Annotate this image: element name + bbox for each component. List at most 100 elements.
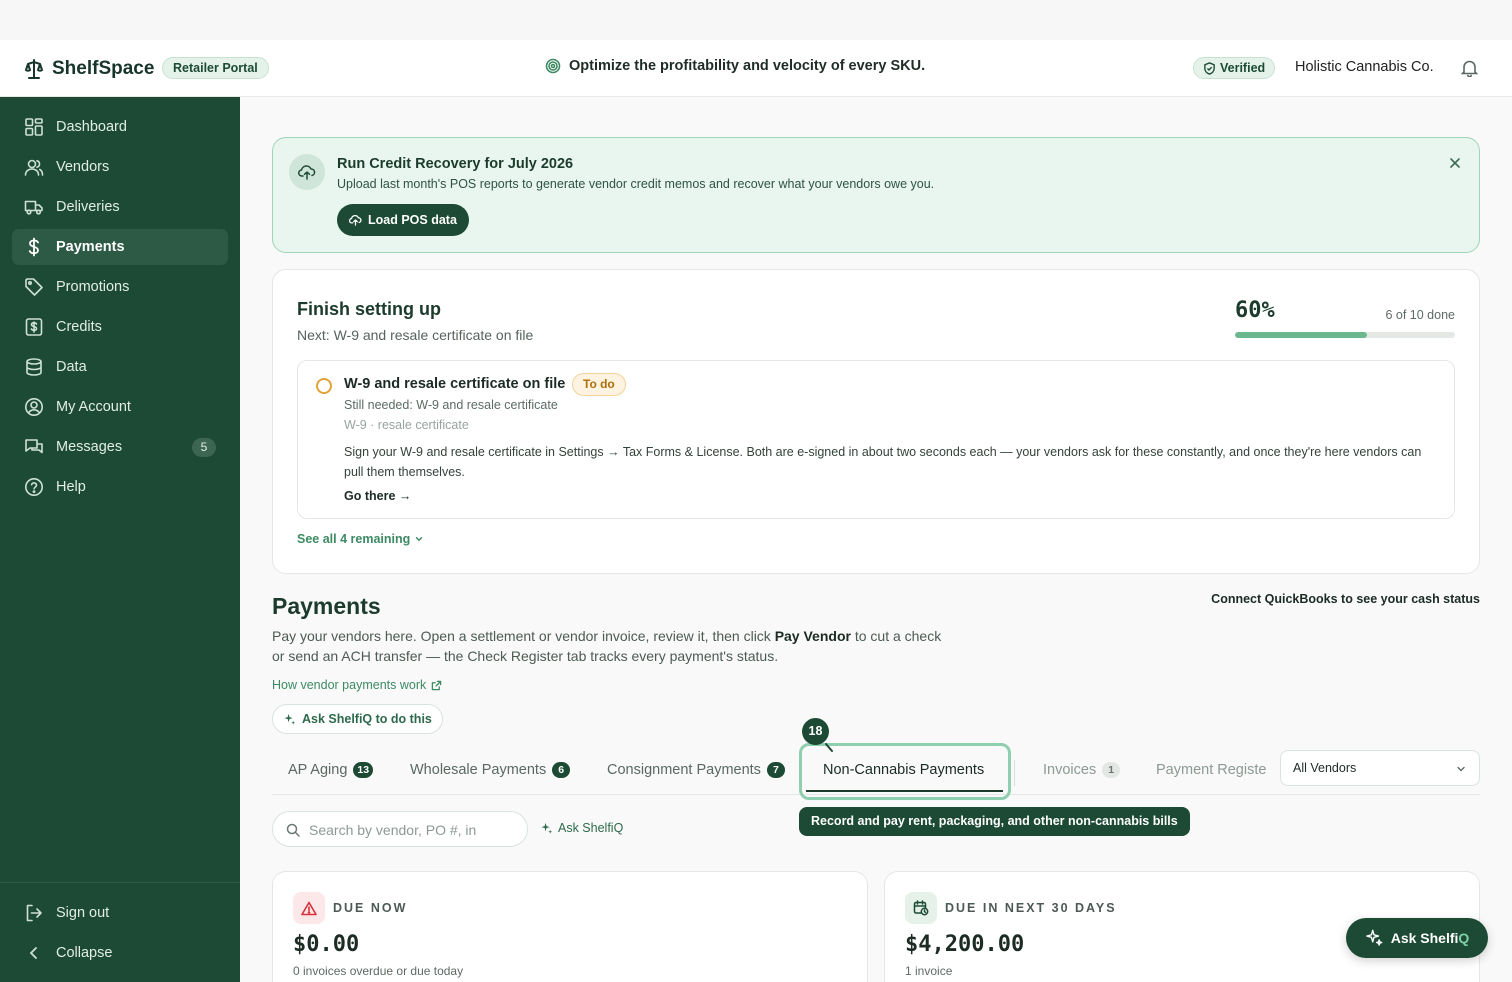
page-title: Payments: [272, 593, 381, 619]
app-name: ShelfSpace: [52, 58, 155, 79]
credit-icon: [25, 318, 43, 336]
sign-out-button[interactable]: Sign out: [12, 895, 228, 931]
tab-label: AP Aging: [288, 762, 348, 778]
dashboard-icon: [25, 118, 43, 136]
verified-label: Verified: [1220, 61, 1266, 75]
fab-label: Ask ShelfiQ: [1391, 930, 1470, 946]
collapse-label: Collapse: [56, 945, 113, 961]
sidebar-item-data[interactable]: Data: [12, 349, 228, 385]
due-now-card: DUE NOW $0.00 0 invoices overdue or due …: [272, 871, 868, 982]
sidebar-item-label: Payments: [56, 239, 125, 255]
page-description: Pay your vendors here. Open a settlement…: [272, 626, 952, 666]
chevron-down-icon: [1457, 766, 1465, 772]
calendar-clock-icon: [905, 892, 937, 924]
sidebar-item-dashboard[interactable]: Dashboard: [12, 109, 228, 145]
users-icon: [24, 159, 44, 176]
sidebar-item-label: Dashboard: [56, 119, 127, 135]
tab-count-badge: 13: [353, 762, 374, 778]
see-all-remaining-link[interactable]: See all 4 remaining: [297, 532, 424, 546]
card-label: DUE IN NEXT 30 DAYS: [945, 901, 1117, 915]
truck-icon: [24, 200, 43, 215]
task-description: Sign your W-9 and resale certificate in …: [344, 445, 1422, 479]
ask-shelfiq-fab-button[interactable]: Ask ShelfiQ: [1346, 918, 1488, 958]
setup-count: 6 of 10 done: [1385, 308, 1455, 322]
sidebar-divider: [0, 882, 240, 883]
go-there-link[interactable]: Go there →: [344, 489, 411, 503]
logo[interactable]: ShelfSpace: [24, 58, 154, 80]
dollar-icon: [28, 237, 39, 257]
external-link-icon: [431, 680, 442, 690]
ask-pill-label: Ask ShelfiQ to do this: [302, 712, 432, 726]
chevron-down-icon: [416, 537, 423, 542]
tab-ap-aging[interactable]: AP Aging 13: [288, 762, 374, 778]
sidebar-item-label: Vendors: [56, 159, 110, 175]
tab-tooltip: Record and pay rent, packaging, and othe…: [799, 807, 1190, 836]
banner-title: Run Credit Recovery for July 2026: [337, 156, 574, 172]
verified-badge: Verified: [1193, 57, 1276, 79]
fab-label-accent: Q: [1458, 930, 1470, 946]
tab-consignment-payments[interactable]: Consignment Payments 7: [607, 762, 785, 778]
tab-label: Payment Registe: [1156, 762, 1267, 778]
how-payments-work-link[interactable]: How vendor payments work: [272, 678, 442, 692]
tab-wholesale-payments[interactable]: Wholesale Payments 6: [410, 762, 571, 778]
tab-label: Invoices: [1043, 762, 1097, 778]
close-icon[interactable]: [1449, 156, 1461, 174]
see-all-label: See all 4 remaining: [297, 532, 411, 546]
sidebar-item-payments[interactable]: Payments: [12, 229, 228, 265]
sidebar-item-my-account[interactable]: My Account: [12, 389, 228, 425]
sidebar-item-label: Credits: [56, 319, 102, 335]
tab-invoices[interactable]: Invoices 1: [1043, 762, 1121, 778]
card-amount: $0.00: [293, 932, 360, 957]
tab-separator: [1014, 760, 1015, 786]
setup-task-card[interactable]: W-9 and resale certificate on file To do…: [297, 360, 1455, 519]
connect-quickbooks-link[interactable]: Connect QuickBooks to see your cash stat…: [1211, 592, 1480, 606]
tab-non-cannabis-payments[interactable]: Non-Cannabis Payments: [823, 762, 984, 778]
sidebar-item-credits[interactable]: Credits: [12, 309, 228, 345]
banner-subtitle: Upload last month's POS reports to gener…: [337, 177, 935, 191]
load-pos-data-button[interactable]: Load POS data: [337, 204, 469, 236]
task-status-radio[interactable]: [316, 378, 332, 394]
search-icon: [286, 823, 300, 837]
account-icon: [25, 398, 43, 416]
active-tab-underline: [806, 790, 1003, 792]
ask-shelfiq-do-this-button[interactable]: Ask ShelfiQ to do this: [272, 704, 443, 734]
sparkle-icon: [1365, 929, 1383, 946]
tour-step-badge: 18: [802, 718, 829, 745]
browser-top-strip: [0, 0, 1512, 40]
sidebar-item-label: Deliveries: [56, 199, 120, 215]
bell-icon[interactable]: [1460, 59, 1479, 82]
collapse-button[interactable]: Collapse: [12, 935, 228, 971]
task-needed: Still needed: W-9 and resale certificate: [344, 398, 558, 412]
vendor-filter-select[interactable]: All Vendors: [1280, 750, 1480, 786]
sidebar-item-messages[interactable]: Messages 5: [12, 429, 228, 465]
tab-count-badge: 7: [766, 762, 785, 778]
tagline-text: Optimize the profitability and velocity …: [569, 58, 926, 74]
sidebar-item-label: Promotions: [56, 279, 130, 295]
sidebar-item-label: Help: [56, 479, 86, 495]
ask-shelfiq-link[interactable]: Ask ShelfiQ: [540, 821, 623, 835]
top-header: ShelfSpace Retailer Portal Optimize the …: [0, 40, 1512, 97]
sidebar-item-help[interactable]: Help: [12, 469, 228, 505]
help-icon: [25, 478, 43, 496]
fab-label-main: Ask Shelfi: [1390, 930, 1459, 946]
sidebar-item-promotions[interactable]: Promotions: [12, 269, 228, 305]
tag-icon: [25, 278, 43, 296]
org-name[interactable]: Holistic Cannabis Co.: [1295, 59, 1434, 75]
search-box[interactable]: [272, 811, 528, 847]
search-input[interactable]: [309, 820, 485, 840]
card-subtext: 1 invoice: [905, 964, 953, 978]
sidebar-item-vendors[interactable]: Vendors: [12, 149, 228, 185]
card-label: DUE NOW: [333, 901, 408, 915]
status-badge: To do: [572, 373, 626, 396]
tab-payment-register[interactable]: Payment Registe: [1156, 762, 1266, 778]
setup-title: Finish setting up: [297, 299, 441, 319]
vendor-filter-value: All Vendors: [1293, 761, 1357, 775]
messages-count-badge: 5: [192, 438, 216, 457]
shield-check-icon: [1204, 61, 1215, 75]
tour-pointer-icon: [825, 743, 833, 752]
cloud-upload-icon: [349, 215, 362, 226]
card-amount: $4,200.00: [905, 932, 1025, 957]
sparkle-icon: [541, 822, 553, 834]
tagline: Optimize the profitability and velocity …: [545, 58, 925, 74]
sidebar-item-deliveries[interactable]: Deliveries: [12, 189, 228, 225]
